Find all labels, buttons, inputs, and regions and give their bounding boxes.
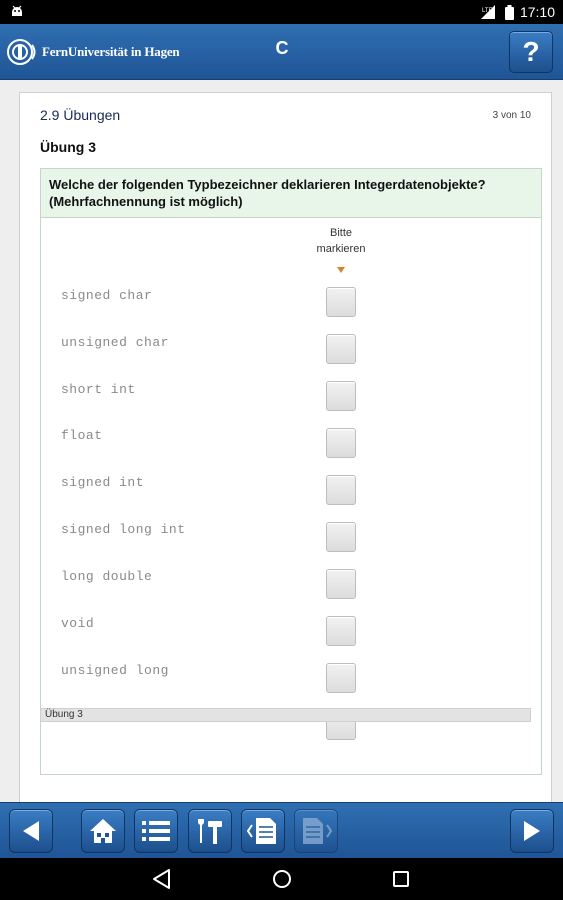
tools-icon [198,819,222,844]
status-time: 17:10 [519,4,555,20]
option-label: unsigned long [61,663,169,678]
exercise-card: 2.9 Übungen 3 von 10 Übung 3 Welche der … [19,92,552,812]
table-of-contents-button[interactable] [134,809,178,853]
bottom-toolbar [0,802,563,858]
signal-icon: LTE [480,5,495,19]
previous-page-icon [246,818,276,844]
option-label: float [61,428,103,443]
nav-back-icon[interactable] [152,868,172,890]
marker-arrow-icon [337,267,345,273]
fernuni-logo-icon [7,39,36,65]
exercise-title: Übung 3 [40,139,96,155]
logo-text: FernUniversität in Hagen [42,44,180,59]
option-checkbox[interactable] [326,287,356,317]
system-nav-bar [0,858,563,900]
question-text: Welche der folgenden Typbezeichner dekla… [41,169,541,218]
column-header-line2: markieren [316,243,366,255]
page-count: 3 von 10 [492,110,531,121]
nav-recents-icon[interactable] [391,868,411,890]
option-checkbox[interactable] [326,475,356,505]
column-header-line1: Bitte [329,227,352,239]
status-right: LTE 17:10 [480,3,555,21]
option-checkbox[interactable] [326,522,356,552]
exercise-footer-label: Übung 3 [40,708,531,722]
forward-button[interactable] [510,809,554,853]
next-page-icon [303,818,333,844]
option-checkbox[interactable] [326,334,356,364]
option-label: signed long int [61,522,186,537]
android-notification-icon [12,5,22,16]
list-icon [142,821,170,841]
home-button[interactable] [81,809,125,853]
previous-page-button[interactable] [241,809,285,853]
option-label: signed int [61,475,145,490]
app-title: C [275,38,289,58]
column-header: Bitte markieren [307,225,375,257]
arrow-left-icon [23,821,39,841]
option-label: unsigned char [61,335,169,350]
arrow-right-icon [524,821,540,841]
option-checkbox[interactable] [326,616,356,646]
home-icon [90,819,116,843]
next-page-button[interactable] [294,809,338,853]
option-label: signed char [61,288,153,303]
app-screen: LTE 17:10 FernUniversität in Hagen C ? 2… [0,0,563,900]
question-box: Welche der folgenden Typbezeichner dekla… [40,168,542,775]
tools-button[interactable] [188,809,232,853]
option-checkbox[interactable] [326,428,356,458]
fernuni-logo: FernUniversität in Hagen [6,36,180,68]
section-title: 2.9 Übungen [40,107,121,123]
option-checkbox[interactable] [326,569,356,599]
battery-icon [504,4,514,20]
back-button[interactable] [9,809,53,853]
option-label: short int [61,382,136,397]
help-button[interactable]: ? [509,31,553,73]
option-label: void [61,616,95,631]
nav-home-icon[interactable] [271,868,293,890]
app-header: FernUniversität in Hagen C ? [0,24,563,80]
option-label: long double [61,569,153,584]
network-label: LTE [482,8,493,14]
option-checkbox[interactable] [326,663,356,693]
content-area: 2.9 Übungen 3 von 10 Übung 3 Welche der … [0,80,563,812]
status-bar: LTE 17:10 [0,0,563,24]
option-checkbox[interactable] [326,381,356,411]
